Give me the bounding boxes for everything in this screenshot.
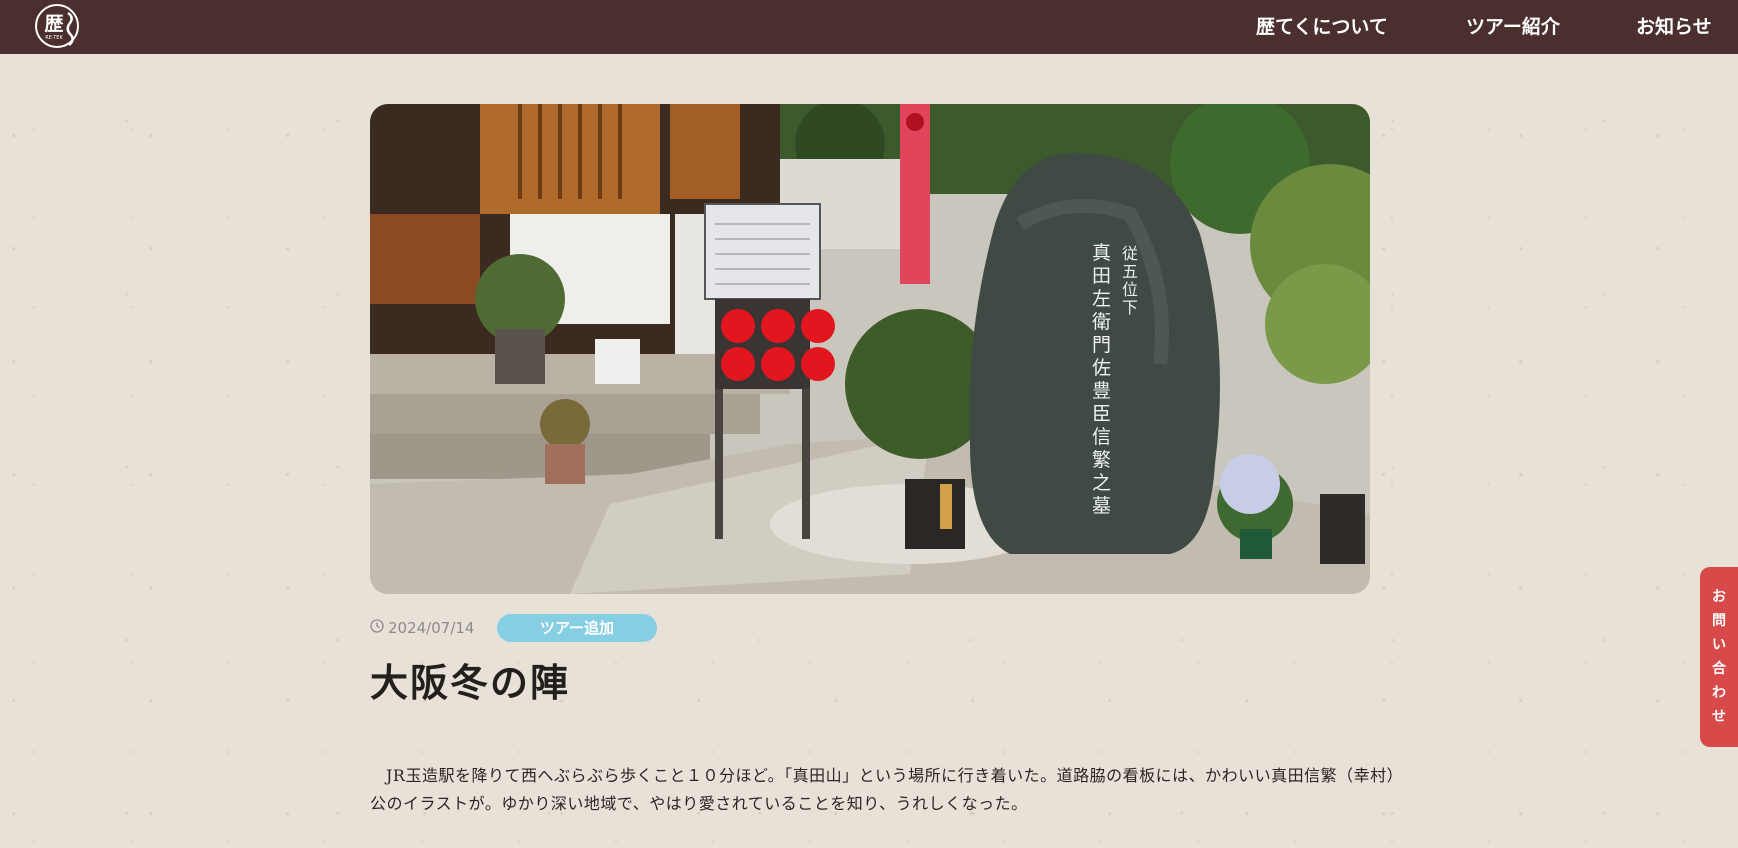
site-logo[interactable]: 歴 RE-TEK <box>34 3 80 49</box>
nav-news[interactable]: お知らせ <box>1636 12 1712 39</box>
article-body: JR玉造駅を降りて西へぶらぶら歩くこと１０分ほど。「真田山」という場所に行き着い… <box>370 762 1410 818</box>
svg-text:佐: 佐 <box>1092 357 1111 379</box>
contact-char: お <box>1712 589 1726 605</box>
logo-text: 歴 <box>44 13 63 35</box>
svg-text:衛: 衛 <box>1092 311 1111 333</box>
post-date: 2024/07/14 <box>388 619 475 637</box>
logo-subtext: RE-TEK <box>45 35 63 41</box>
svg-text:臣: 臣 <box>1092 403 1111 425</box>
article-title: 大阪冬の陣 <box>370 661 571 705</box>
svg-text:豊: 豊 <box>1092 380 1111 402</box>
svg-text:之: 之 <box>1092 472 1111 494</box>
svg-text:門: 門 <box>1092 334 1111 356</box>
svg-text:真: 真 <box>1092 242 1111 264</box>
svg-text:繁: 繁 <box>1092 449 1111 471</box>
contact-char: 合 <box>1712 661 1726 677</box>
category-tag[interactable]: ツアー追加 <box>497 614 657 642</box>
hero-image: 従五位下 真田左 衛門佐 豊臣信 繁之墓 <box>370 104 1370 594</box>
svg-text:田: 田 <box>1092 265 1111 287</box>
hero-photo: 従五位下 真田左 衛門佐 豊臣信 繁之墓 <box>370 104 1370 594</box>
contact-button[interactable]: お 問 い 合 わ せ <box>1700 567 1738 747</box>
svg-text:信: 信 <box>1092 426 1111 448</box>
nav-tours[interactable]: ツアー紹介 <box>1466 12 1560 39</box>
clock-icon <box>370 619 384 633</box>
contact-char: い <box>1712 637 1726 653</box>
article-paragraph: JR玉造駅を降りて西へぶらぶら歩くこと１０分ほど。「真田山」という場所に行き着い… <box>370 766 1404 813</box>
stone-text: 従五位下 <box>1122 244 1138 317</box>
contact-char: せ <box>1712 709 1726 725</box>
contact-char: わ <box>1712 685 1726 701</box>
svg-text:左: 左 <box>1092 288 1111 310</box>
site-header: 歴 RE-TEK 歴てくについて ツアー紹介 お知らせ <box>0 0 1738 54</box>
nav-about[interactable]: 歴てくについて <box>1256 12 1388 39</box>
contact-char: 問 <box>1712 613 1726 629</box>
svg-text:墓: 墓 <box>1092 495 1111 517</box>
